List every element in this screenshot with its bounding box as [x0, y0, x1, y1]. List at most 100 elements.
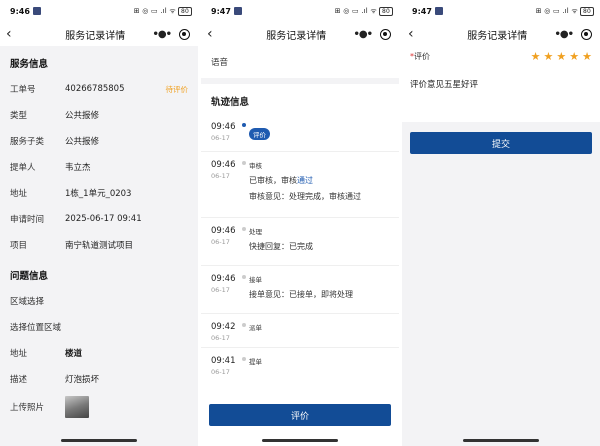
comment-textarea[interactable]: 评价意见五星好评: [410, 78, 592, 90]
event-type-badge: 评价: [249, 128, 270, 140]
close-target-icon[interactable]: [581, 28, 592, 40]
event-date: 06-17: [211, 172, 230, 180]
event-detail: 接单意见：已接单，即将处理: [249, 290, 353, 299]
status-bar: 9:47 ⊞ ◎ ▭ .ıl ᯤ 80: [201, 0, 399, 22]
field-row: 地址 1栋_1单元_0203: [0, 180, 198, 206]
star-icon[interactable]: ★: [556, 51, 566, 62]
back-icon[interactable]: ‹: [207, 26, 221, 42]
field-value: 楼道: [65, 349, 83, 359]
event-detail: 审核意见：处理完成，审核通过: [249, 192, 361, 201]
signal-icons: ⊞ ◎ ▭ .ıl ᯤ: [535, 6, 578, 15]
rating-content: *评价 ★ ★ ★ ★ ★ 评价意见五星好评 提交: [402, 46, 600, 446]
rating-label: *评价: [410, 51, 430, 61]
field-value: 2025-06-17 09:41: [65, 214, 142, 224]
voice-row: 语音: [201, 46, 399, 84]
field-label: 上传照片: [10, 403, 45, 413]
track-section-title: 轨迹信息: [211, 97, 250, 108]
submit-button[interactable]: 提交: [410, 132, 592, 154]
audit-result-link: 通过: [297, 176, 313, 185]
field-label: 地址: [10, 349, 28, 359]
track-content: 语音 轨迹信息 09:46 06-17 评价 09:46 06-17 审核 已审核，…: [201, 46, 399, 446]
screen-track-info: 9:47 ⊞ ◎ ▭ .ıl ᯤ 80 ‹ 服务记录详情 •●• 语音 轨迹信息 …: [201, 0, 399, 446]
field-row: 申请时间 2025-06-17 09:41: [0, 206, 198, 232]
field-row: 提单人 韦立杰: [0, 154, 198, 180]
event-type: 提单: [249, 358, 262, 366]
star-icon[interactable]: ★: [582, 51, 592, 62]
page-title: 服务记录详情: [266, 30, 327, 42]
field-row: 描述 灯泡损坏: [0, 366, 198, 392]
status-bar: 9:46 ⊞ ◎ ▭ .ıl ᯤ 80: [0, 0, 198, 22]
event-date: 06-17: [211, 334, 230, 342]
track-event: 09:46 06-17 审核 已审核，审核通过 审核意见：处理完成，审核通过: [201, 152, 399, 218]
close-target-icon[interactable]: [380, 28, 391, 40]
field-label: 类型: [10, 111, 28, 121]
nav-bar: ‹ 服务记录详情 •●•: [201, 22, 399, 46]
screen-service-info: 9:46 ⊞ ◎ ▭ .ıl ᯤ 80 ‹ 服务记录详情 •●• 服务信息 工单号…: [0, 0, 198, 446]
page-title: 服务记录详情: [467, 30, 528, 42]
nav-bar: ‹ 服务记录详情 •●•: [0, 22, 198, 46]
more-icon[interactable]: •●•: [152, 29, 171, 40]
app-notification-icon: [233, 7, 242, 15]
timeline-dot: [242, 275, 246, 279]
field-value: 公共报修: [65, 137, 100, 147]
uploaded-photo-thumbnail[interactable]: [65, 396, 89, 418]
track-event: 09:46 06-17 接单 接单意见：已接单，即将处理: [201, 266, 399, 314]
field-value: 灯泡损坏: [65, 375, 100, 385]
event-time: 09:41: [211, 356, 236, 366]
star-rating[interactable]: ★ ★ ★ ★ ★: [531, 51, 592, 62]
field-row: 选择位置区域: [0, 314, 198, 340]
timeline-dot: [242, 357, 246, 361]
event-date: 06-17: [211, 286, 230, 294]
rating-card: *评价 ★ ★ ★ ★ ★ 评价意见五星好评: [402, 46, 600, 122]
star-icon[interactable]: ★: [531, 51, 541, 62]
field-row: 服务子类 公共报修: [0, 128, 198, 154]
track-event: 09:41 06-17 提单: [201, 348, 399, 378]
back-icon[interactable]: ‹: [6, 26, 20, 42]
event-time: 09:46: [211, 122, 236, 132]
problem-info-title: 问题信息: [0, 258, 198, 288]
event-time: 09:46: [211, 160, 236, 170]
battery-icon: 80: [378, 6, 393, 16]
event-type: 派单: [249, 324, 262, 332]
evaluate-button[interactable]: 评价: [209, 404, 391, 426]
event-time: 09:46: [211, 226, 236, 236]
signal-icons: ⊞ ◎ ▭ .ıl ᯤ: [334, 6, 377, 15]
field-row: 区域选择: [0, 288, 198, 314]
home-indicator: [61, 439, 137, 442]
app-notification-icon: [434, 7, 443, 15]
field-row: 地址 楼道: [0, 340, 198, 366]
more-icon[interactable]: •●•: [353, 29, 372, 40]
event-detail: 已审核，审核: [249, 176, 297, 185]
timeline-dot: [242, 123, 246, 127]
field-value: 公共报修: [65, 111, 100, 121]
mini-program-capsule: •●•: [554, 28, 592, 40]
event-detail: 快捷回复：已完成: [249, 242, 313, 251]
page-title: 服务记录详情: [65, 30, 126, 42]
field-row: 上传照片: [0, 392, 198, 422]
timeline-dot: [242, 227, 246, 231]
battery-icon: 80: [579, 6, 594, 16]
field-label: 申请时间: [10, 215, 45, 225]
event-type: 接单: [249, 276, 262, 284]
service-info-title: 服务信息: [0, 46, 198, 76]
nav-bar: ‹ 服务记录详情 •●•: [402, 22, 600, 46]
home-indicator: [262, 439, 338, 442]
mini-program-capsule: •●•: [353, 28, 391, 40]
more-icon[interactable]: •●•: [554, 29, 573, 40]
field-label: 项目: [10, 241, 28, 251]
track-event: 09:42 06-17 派单: [201, 314, 399, 348]
star-icon[interactable]: ★: [544, 51, 554, 62]
star-icon[interactable]: ★: [569, 51, 579, 62]
close-target-icon[interactable]: [179, 28, 190, 40]
status-time: 9:47: [412, 6, 432, 16]
back-icon[interactable]: ‹: [408, 26, 422, 42]
home-indicator: [463, 439, 539, 442]
field-value: 40266785805: [65, 84, 125, 94]
field-label: 区域选择: [10, 297, 45, 307]
field-label: 服务子类: [10, 137, 45, 147]
field-row: 项目 南宁轨道测试项目: [0, 232, 198, 258]
event-type: 审核: [249, 162, 262, 170]
app-notification-icon: [32, 7, 41, 15]
field-label: 工单号: [10, 85, 36, 95]
signal-icons: ⊞ ◎ ▭ .ıl ᯤ: [133, 6, 176, 15]
